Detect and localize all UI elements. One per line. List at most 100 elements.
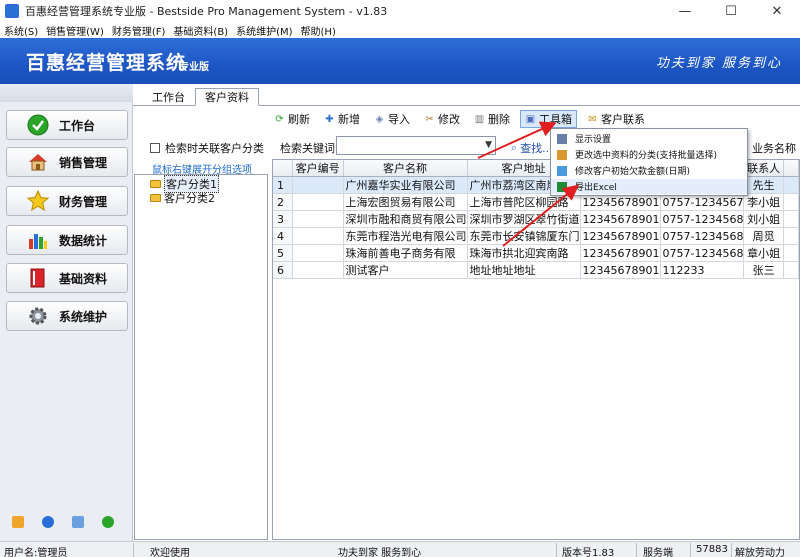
cell — [292, 210, 344, 228]
status-user: 用户名:管理员 — [4, 548, 68, 557]
app-banner: 百惠经营管理系统 专业版 功夫到家 服务到心 — [0, 38, 800, 84]
status-welcome: 欢迎使用 — [150, 548, 190, 557]
tab-customer-data[interactable]: 客户资料 — [195, 88, 259, 106]
checkbox-box[interactable] — [150, 143, 160, 153]
menu-item-label: 导出Excel — [575, 183, 617, 193]
sidebar-shortcuts — [12, 516, 114, 528]
tree-item-category-2[interactable]: 客户分类2 — [150, 191, 215, 205]
nav-label: 数据统计 — [59, 233, 108, 248]
menu-finance[interactable]: 财务管理(F) — [108, 23, 170, 38]
nav-workbench[interactable]: 工作台 — [6, 110, 128, 140]
column-header[interactable]: 联系人 — [743, 160, 784, 177]
cell — [783, 261, 799, 279]
status-server: 服务端 — [643, 548, 673, 557]
gear-icon — [27, 305, 49, 327]
table-row[interactable]: 4 东莞市程浩光电有限公司 东莞市长安镇锦厦东门 12345678901 075… — [273, 227, 799, 245]
menu-item-change-category[interactable]: 更改选中资料的分类(支持批量选择) — [551, 147, 747, 162]
cell: 12345678901 — [580, 261, 661, 279]
menu-item-label: 修改客户初始欠款金额(日期) — [575, 167, 691, 177]
cell — [783, 244, 799, 262]
menu-item-label: 更改选中资料的分类(支持批量选择) — [575, 151, 718, 161]
tree-item-category-1[interactable]: 客户分类1 — [150, 174, 219, 193]
clock-icon[interactable] — [42, 516, 54, 528]
cell — [783, 176, 799, 194]
title-bar: 百惠经营管理系统专业版 - Bestside Pro Management Sy… — [0, 0, 800, 22]
exit-icon[interactable] — [102, 516, 114, 528]
pencil-icon[interactable] — [12, 516, 24, 528]
delete-label: 删除 — [488, 113, 510, 126]
find-button[interactable]: ⌕ 查找... — [511, 140, 553, 156]
toolbox-button[interactable]: ▣ 工具箱 — [520, 110, 577, 128]
close-button[interactable]: ✕ — [754, 0, 800, 22]
add-button[interactable]: ✚ 新增 — [320, 110, 364, 128]
menu-sales[interactable]: 销售管理(W) — [42, 23, 108, 38]
table-row[interactable]: 2 上海宏图贸易有限公司 上海市普陀区柳园路 12345678901 0757-… — [273, 193, 799, 211]
cell: 12345678901 — [580, 244, 661, 262]
link-category-checkbox[interactable]: 检索时关联客户分类 — [150, 140, 264, 156]
status-divider — [636, 543, 637, 557]
cell: 章小姐 — [743, 244, 784, 262]
cell — [292, 244, 344, 262]
nav-finance[interactable]: 财务管理 — [6, 186, 128, 216]
column-header[interactable]: 客户名称 — [343, 160, 468, 177]
customer-contact-button[interactable]: ✉ 客户联系 — [583, 110, 649, 128]
import-icon: ◈ — [375, 113, 384, 125]
refresh-button[interactable]: ⟳ 刷新 — [270, 110, 314, 128]
edit-button[interactable]: ✂ 修改 — [420, 110, 464, 128]
menu-basic-data[interactable]: 基础资料(B) — [169, 23, 232, 38]
chevron-down-icon[interactable]: ▼ — [485, 140, 492, 150]
toolbox-dropdown: 显示设置 更改选中资料的分类(支持批量选择) 修改客户初始欠款金额(日期) 导出… — [550, 128, 748, 196]
tab-strip: 工作台 客户资料 — [133, 84, 800, 106]
cell — [783, 193, 799, 211]
cell: 珠海市拱北迎宾南路 — [467, 244, 581, 262]
column-header-business-name[interactable]: 业务名称 — [752, 140, 796, 156]
import-label: 导入 — [388, 113, 410, 126]
menu-bar: 系统(S) 销售管理(W) 财务管理(F) 基础资料(B) 系统维护(M) 帮助… — [0, 22, 800, 38]
refresh-icon: ⟳ — [275, 113, 284, 125]
status-divider — [556, 543, 557, 557]
edit-label: 修改 — [438, 113, 460, 126]
table-row[interactable]: 5 珠海前善电子商务有限 珠海市拱北迎宾南路 12345678901 0757-… — [273, 244, 799, 262]
menu-item-display-settings[interactable]: 显示设置 — [551, 131, 747, 146]
table-row[interactable]: 3 深圳市融和商贸有限公司 深圳市罗湖区翠竹街道 12345678901 075… — [273, 210, 799, 228]
find-label: 查找... — [520, 142, 553, 155]
delete-button[interactable]: ▥ 删除 — [470, 110, 514, 128]
trash-icon: ▥ — [474, 113, 485, 125]
table-row[interactable]: 6 测试客户 地址地址地址 12345678901 112233 张三 — [273, 261, 799, 279]
banner-title: 百惠经营管理系统 — [26, 52, 187, 74]
menu-system[interactable]: 系统(S) — [0, 23, 42, 38]
check-icon — [27, 114, 49, 136]
column-header[interactable]: 客户编号 — [292, 160, 344, 177]
nav-label: 系统维护 — [59, 309, 108, 324]
status-divider — [133, 543, 134, 557]
menu-item-export-excel[interactable]: 导出Excel — [551, 179, 747, 194]
cell: 刘小姐 — [743, 210, 784, 228]
tab-workbench[interactable]: 工作台 — [143, 88, 194, 106]
cell: 12345678901 — [580, 210, 661, 228]
nav-maintenance[interactable]: 系统维护 — [6, 301, 128, 331]
cell: 李小姐 — [743, 193, 784, 211]
contact-icon: ✉ — [588, 113, 597, 125]
app-icon — [5, 4, 19, 18]
import-button[interactable]: ◈ 导入 — [370, 110, 414, 128]
nav-basic-data[interactable]: 基础资料 — [6, 263, 128, 293]
cell: 地址地址地址 — [467, 261, 581, 279]
house-icon — [27, 151, 49, 173]
status-slogan: 功夫到家 服务到心 — [338, 548, 422, 557]
minimize-button[interactable]: — — [662, 0, 708, 22]
search-keyword-combo[interactable]: ▼ — [336, 136, 496, 155]
menu-maintenance[interactable]: 系统维护(M) — [232, 23, 296, 38]
menu-help[interactable]: 帮助(H) — [297, 23, 340, 38]
cell: 0757-1234568 — [660, 244, 745, 262]
menu-item-edit-initial-debt[interactable]: 修改客户初始欠款金额(日期) — [551, 163, 747, 178]
status-divider — [731, 543, 732, 557]
grid-settings-icon — [557, 133, 567, 144]
maximize-button[interactable]: ☐ — [708, 0, 754, 22]
cell: 张三 — [743, 261, 784, 279]
column-header[interactable] — [783, 160, 799, 177]
nav-sales[interactable]: 销售管理 — [6, 147, 128, 177]
cell: 12345678901 — [580, 227, 661, 245]
nav-statistics[interactable]: 数据统计 — [6, 225, 128, 255]
search-icon[interactable] — [72, 516, 84, 528]
cell: 上海宏图贸易有限公司 — [343, 193, 468, 211]
